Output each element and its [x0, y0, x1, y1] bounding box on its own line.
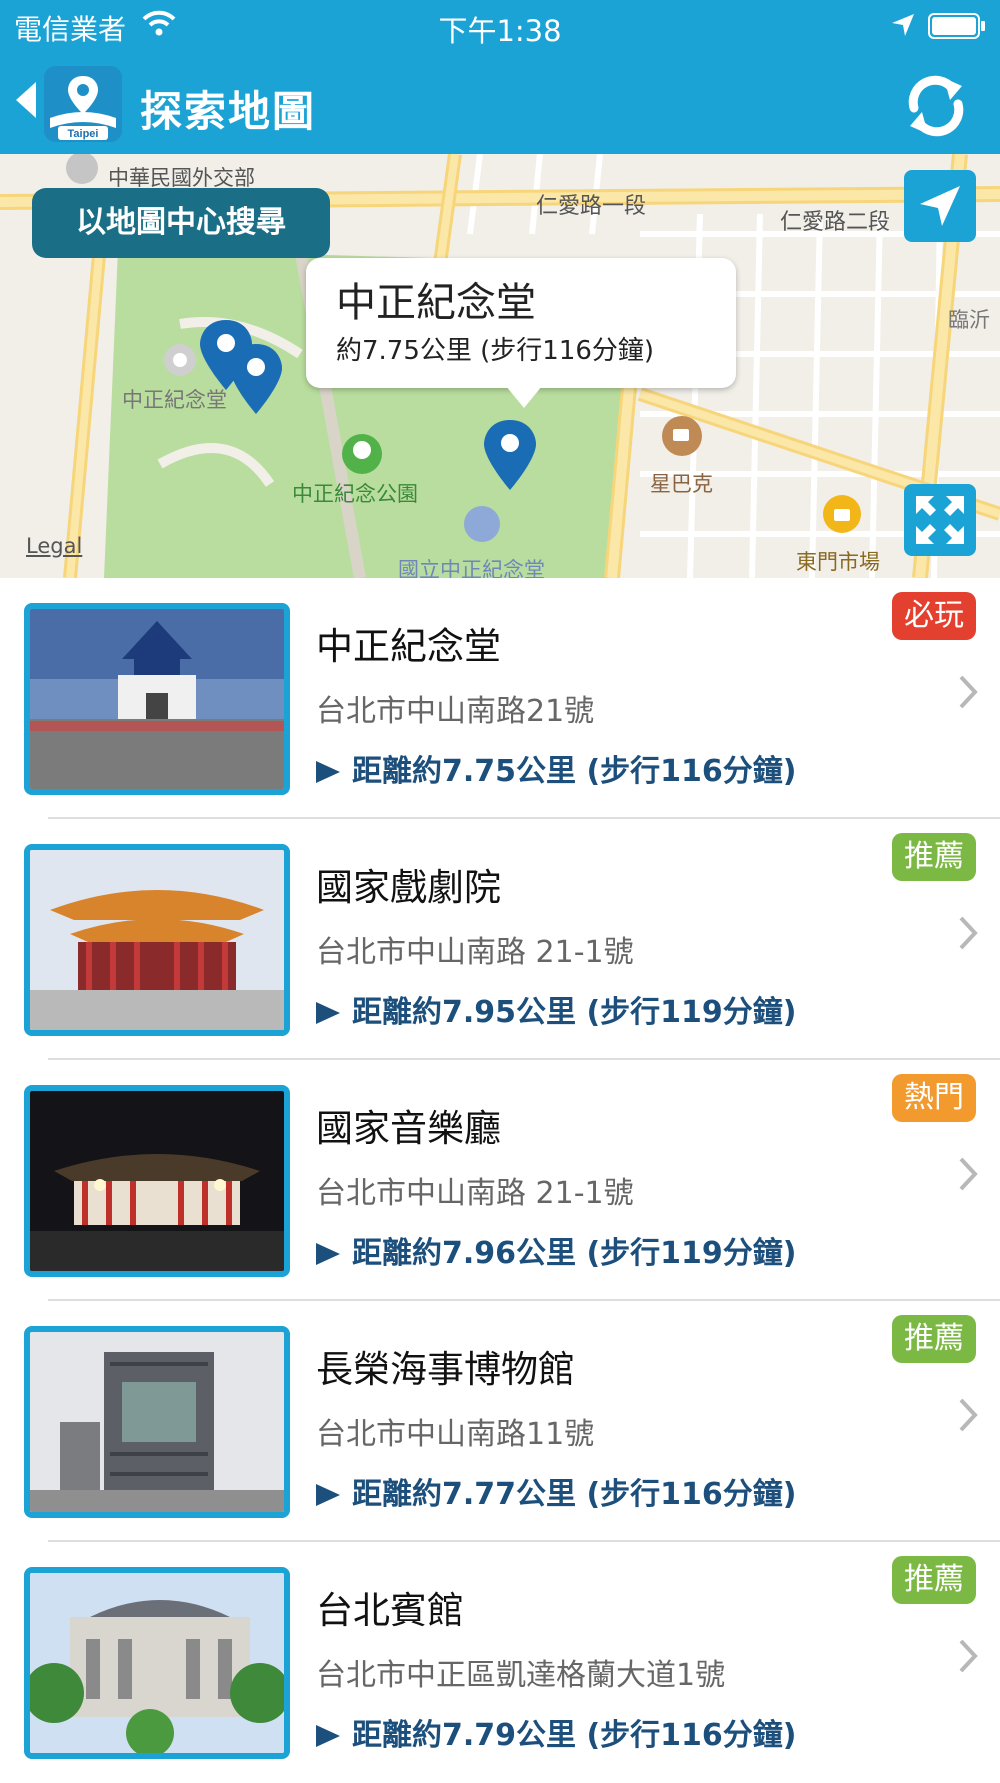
- place-address: 台北市中山南路 21-1號: [316, 935, 634, 970]
- place-photo: [24, 844, 290, 1036]
- play-triangle-icon: [316, 1002, 340, 1024]
- place-distance: 距離約7.77公里 (步行116分鐘): [316, 1469, 797, 1513]
- place-name: 中正紀念堂: [316, 625, 501, 668]
- map-view[interactable]: 中華民國外交部 仁愛路一段 仁愛路二段 中正紀念堂 中正紀念公園 星巴克 東門市…: [0, 154, 1000, 578]
- place-distance: 距離約7.96公里 (步行119分鐘): [316, 1228, 797, 1272]
- expand-icon: [916, 496, 964, 544]
- map-legal-link[interactable]: Legal: [26, 534, 82, 558]
- place-name: 國家戲劇院: [316, 866, 501, 909]
- status-badge: 推薦: [892, 1315, 976, 1363]
- app-logo: Taipei: [44, 66, 122, 142]
- map-label-ren-ai-2: 仁愛路二段: [780, 210, 891, 235]
- back-arrow-icon[interactable]: [14, 80, 38, 120]
- callout-distance: 約7.75公里 (步行116分鐘): [336, 336, 655, 366]
- place-distance: 距離約7.95公里 (步行119分鐘): [316, 987, 797, 1031]
- refresh-icon[interactable]: [904, 74, 968, 138]
- status-badge: 熱門: [892, 1074, 976, 1122]
- place-photo: [24, 603, 290, 795]
- location-arrow-icon: [892, 14, 914, 36]
- place-name: 長榮海事博物館: [316, 1348, 575, 1391]
- locate-button[interactable]: [904, 170, 976, 242]
- map-callout[interactable]: 中正紀念堂 約7.75公里 (步行116分鐘): [306, 258, 736, 408]
- list-item[interactable]: 長榮海事博物館 台北市中山南路11號 距離約7.77公里 (步行116分鐘) 推…: [0, 1301, 1000, 1542]
- play-triangle-icon: [316, 1243, 340, 1265]
- place-photo: [24, 1567, 290, 1759]
- place-photo: [24, 1326, 290, 1518]
- place-address: 台北市中山南路21號: [316, 694, 595, 729]
- battery-icon: [928, 13, 985, 39]
- list-item[interactable]: 中正紀念堂 台北市中山南路21號 距離約7.75公里 (步行116分鐘) 必玩: [0, 578, 1000, 819]
- map-label-starbucks: 星巴克: [650, 472, 713, 496]
- place-address: 台北市中山南路11號: [316, 1417, 595, 1452]
- map-label-national-museum: 國立中正紀念堂: [398, 558, 545, 578]
- play-triangle-icon: [316, 1725, 340, 1747]
- place-name: 台北賓館: [316, 1589, 464, 1632]
- list-item[interactable]: 台北賓館 台北市中正區凱達格蘭大道1號 距離約7.79公里 (步行116分鐘) …: [0, 1542, 1000, 1783]
- clock: 下午1:38: [438, 14, 562, 48]
- page-title: 探索地圖: [140, 87, 317, 136]
- map-label-ren-ai-1: 仁愛路一段: [536, 194, 647, 219]
- place-address: 台北市中正區凱達格蘭大道1號: [316, 1658, 726, 1693]
- logo-text: Taipei: [68, 128, 99, 140]
- expand-map-button[interactable]: [904, 484, 976, 556]
- status-badge: 推薦: [892, 833, 976, 881]
- place-address: 台北市中山南路 21-1號: [316, 1176, 634, 1211]
- place-distance: 距離約7.79公里 (步行116分鐘): [316, 1710, 797, 1754]
- nav-bar: Taipei 探索地圖: [0, 54, 1000, 154]
- place-name: 國家音樂廳: [316, 1107, 501, 1150]
- place-distance: 距離約7.75公里 (步行116分鐘): [316, 746, 797, 790]
- map-label-linyi: 臨沂: [948, 308, 990, 332]
- list-item[interactable]: 國家音樂廳 台北市中山南路 21-1號 距離約7.96公里 (步行119分鐘) …: [0, 1060, 1000, 1301]
- callout-title: 中正紀念堂: [336, 280, 536, 326]
- place-photo: [24, 1085, 290, 1277]
- play-triangle-icon: [316, 761, 340, 783]
- status-bar: 電信業者 下午1:38: [0, 0, 1000, 54]
- list-item[interactable]: 國家戲劇院 台北市中山南路 21-1號 距離約7.95公里 (步行119分鐘) …: [0, 819, 1000, 1060]
- map-label-cks-hall: 中正紀念堂: [122, 388, 227, 412]
- chevron-right-icon: [959, 916, 978, 950]
- chevron-right-icon: [959, 1639, 978, 1673]
- map-label-cks-park: 中正紀念公園: [292, 482, 418, 506]
- search-map-center-button[interactable]: 以地圖中心搜尋: [32, 188, 330, 258]
- chevron-right-icon: [959, 1398, 978, 1432]
- navigation-arrow-icon: [920, 186, 960, 226]
- play-triangle-icon: [316, 1484, 340, 1506]
- status-badge: 推薦: [892, 1556, 976, 1604]
- chevron-right-icon: [959, 675, 978, 709]
- status-badge: 必玩: [892, 592, 976, 640]
- chevron-right-icon: [959, 1157, 978, 1191]
- map-label-dongmen: 東門市場: [796, 550, 880, 574]
